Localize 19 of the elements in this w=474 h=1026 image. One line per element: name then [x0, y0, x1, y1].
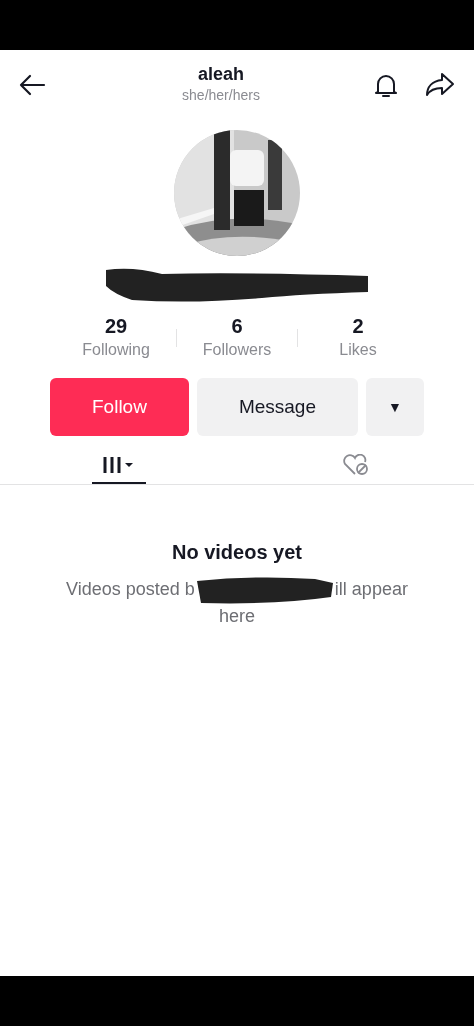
stat-value: 6	[230, 314, 244, 338]
stat-label[interactable]: Following	[56, 338, 176, 362]
stat-value: 2	[351, 314, 365, 338]
empty-message: Videos posted b	[66, 578, 195, 602]
pronouns: she/her/hers	[182, 86, 260, 106]
follow-button[interactable]: Follow	[50, 378, 189, 436]
grid-icon	[101, 454, 136, 475]
empty-message: here	[218, 605, 256, 628]
stat-label[interactable]: Followers	[177, 338, 297, 362]
empty-message: ill appear	[334, 578, 408, 602]
profile-name: aleah	[196, 63, 245, 86]
share-icon[interactable]	[424, 71, 456, 99]
dropdown-button[interactable]: ▼	[366, 378, 424, 436]
message-button[interactable]: Message	[196, 378, 358, 436]
back-arrow-icon[interactable]	[18, 74, 46, 96]
empty-title: No videos yet	[170, 540, 303, 565]
stat-label[interactable]: Likes	[298, 338, 418, 362]
heart-icon	[341, 453, 370, 476]
stat-value: 29	[103, 314, 129, 338]
